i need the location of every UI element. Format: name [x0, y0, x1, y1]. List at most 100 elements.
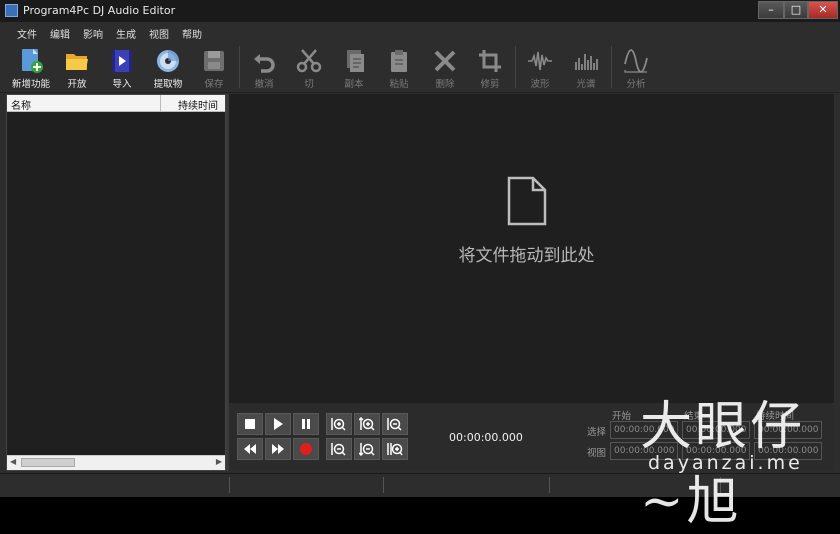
zoom-selection-icon [387, 443, 403, 456]
undo-button[interactable]: 撤消 [242, 45, 286, 90]
analyze-label: 分析 [626, 79, 646, 90]
spectrum-button[interactable]: 光谱 [564, 45, 608, 90]
window-title: Program4Pc DJ Audio Editor [23, 4, 176, 17]
copy-button[interactable]: 副本 [332, 45, 376, 90]
minimize-button[interactable]: – [758, 1, 784, 19]
import-button[interactable]: 导入 [100, 45, 144, 90]
open-button[interactable]: 开放 [55, 45, 99, 90]
zoom-out-vertical-button[interactable] [354, 438, 380, 460]
toolbar-separator [611, 46, 612, 88]
undo-icon [254, 54, 275, 73]
scroll-thumb[interactable] [21, 458, 75, 467]
zoom-out-button[interactable] [326, 438, 352, 460]
record-icon [300, 443, 312, 455]
time-display: 00:00:00.000 [449, 431, 523, 444]
scroll-right-icon[interactable]: ▶ [216, 457, 222, 466]
delete-button[interactable]: 删除 [423, 45, 467, 90]
selection-row-label: 选择 [587, 427, 607, 438]
zoom-out-horizontal-button[interactable] [382, 413, 408, 435]
empty-file-icon [507, 176, 547, 226]
app-icon [5, 4, 18, 17]
waveform-icon [528, 51, 552, 71]
trim-label: 修剪 [480, 79, 500, 90]
menu-help[interactable]: 帮助 [182, 26, 202, 41]
scroll-left-icon[interactable]: ◀ [10, 457, 16, 466]
drop-files-hint: 将文件拖动到此处 [458, 246, 595, 266]
menu-view[interactable]: 视图 [149, 26, 169, 41]
column-duration-header[interactable]: 持续时间 [178, 97, 218, 112]
status-divider [229, 477, 230, 493]
waveform-button[interactable]: 波形 [518, 45, 562, 90]
trim-button[interactable]: 修剪 [468, 45, 512, 90]
watermark-url: dayanzai.me [648, 452, 803, 474]
file-list-panel[interactable]: 名称 持续时间 ◀ ▶ [6, 94, 226, 471]
record-button[interactable] [293, 438, 319, 460]
new-label: 新增功能 [11, 79, 50, 90]
zoom-in-horizontal-button[interactable] [326, 413, 352, 435]
menu-edit[interactable]: 编辑 [50, 26, 70, 41]
folder-icon [66, 54, 88, 70]
save-button[interactable]: 保存 [192, 45, 236, 90]
stop-icon [245, 419, 255, 429]
spectrum-label: 光谱 [576, 79, 596, 90]
analyze-button[interactable]: 分析 [614, 45, 658, 90]
play-icon [274, 418, 283, 430]
toolbar: 新增功能 开放 导入 提取物 保存 撤消 切 副本 粘贴 删除 修剪 波形 光谱… [0, 42, 840, 93]
close-button[interactable]: ✕ [808, 1, 838, 19]
copy-icon [347, 50, 364, 72]
menu-file[interactable]: 文件 [17, 26, 37, 41]
analyze-wave-icon [624, 49, 648, 73]
menu-effects[interactable]: 影响 [83, 26, 103, 41]
video-import-icon [112, 50, 132, 72]
fast-forward-icon [272, 444, 284, 454]
scissors-icon [296, 49, 322, 73]
save-label: 保存 [204, 79, 224, 90]
delete-label: 删除 [435, 79, 455, 90]
rewind-icon [244, 444, 256, 454]
cut-label: 切 [304, 79, 314, 90]
zoom-selection-button[interactable] [382, 438, 408, 460]
drop-area[interactable]: 将文件拖动到此处 [229, 94, 834, 403]
play-button[interactable] [265, 413, 291, 435]
new-file-icon [22, 49, 43, 73]
copy-label: 副本 [344, 79, 364, 90]
new-button[interactable]: 新增功能 [9, 45, 53, 90]
cut-button[interactable]: 切 [287, 45, 331, 90]
extract-button[interactable]: 提取物 [146, 45, 190, 90]
column-divider[interactable] [160, 95, 161, 111]
toolbar-separator [239, 46, 240, 88]
zoom-out-icon [331, 443, 346, 456]
rewind-button[interactable] [237, 438, 263, 460]
spectrum-icon [575, 54, 598, 70]
zoom-out-icon [359, 443, 375, 456]
title-bar: Program4Pc DJ Audio Editor – □ ✕ [0, 0, 840, 23]
undo-label: 撤消 [254, 79, 274, 90]
zoom-in-vertical-button[interactable] [354, 413, 380, 435]
status-divider [383, 477, 384, 493]
paste-label: 粘贴 [389, 79, 409, 90]
open-label: 开放 [67, 79, 87, 90]
toolbar-separator [515, 46, 516, 88]
disc-icon [157, 50, 179, 72]
paste-button[interactable]: 粘贴 [377, 45, 421, 90]
view-row-label: 视图 [587, 448, 607, 459]
maximize-button[interactable]: □ [784, 1, 808, 19]
file-list-header: 名称 持续时间 [7, 95, 225, 112]
pause-button[interactable] [293, 413, 319, 435]
status-divider [549, 477, 550, 493]
delete-x-icon [434, 50, 456, 72]
waveform-label: 波形 [530, 79, 550, 90]
fast-forward-button[interactable] [265, 438, 291, 460]
column-name-header[interactable]: 名称 [11, 97, 31, 112]
stop-button[interactable] [237, 413, 263, 435]
zoom-in-icon [331, 418, 346, 431]
crop-icon [479, 50, 501, 72]
menu-generate[interactable]: 生成 [116, 26, 136, 41]
horizontal-scrollbar[interactable]: ◀ ▶ [7, 455, 225, 470]
app-window: Program4Pc DJ Audio Editor – □ ✕ 文件 编辑 影… [0, 0, 840, 532]
extract-label: 提取物 [153, 79, 183, 90]
zoom-in-icon [359, 417, 375, 431]
clipboard-icon [391, 50, 407, 72]
pause-icon [302, 419, 310, 429]
save-icon [204, 51, 224, 71]
